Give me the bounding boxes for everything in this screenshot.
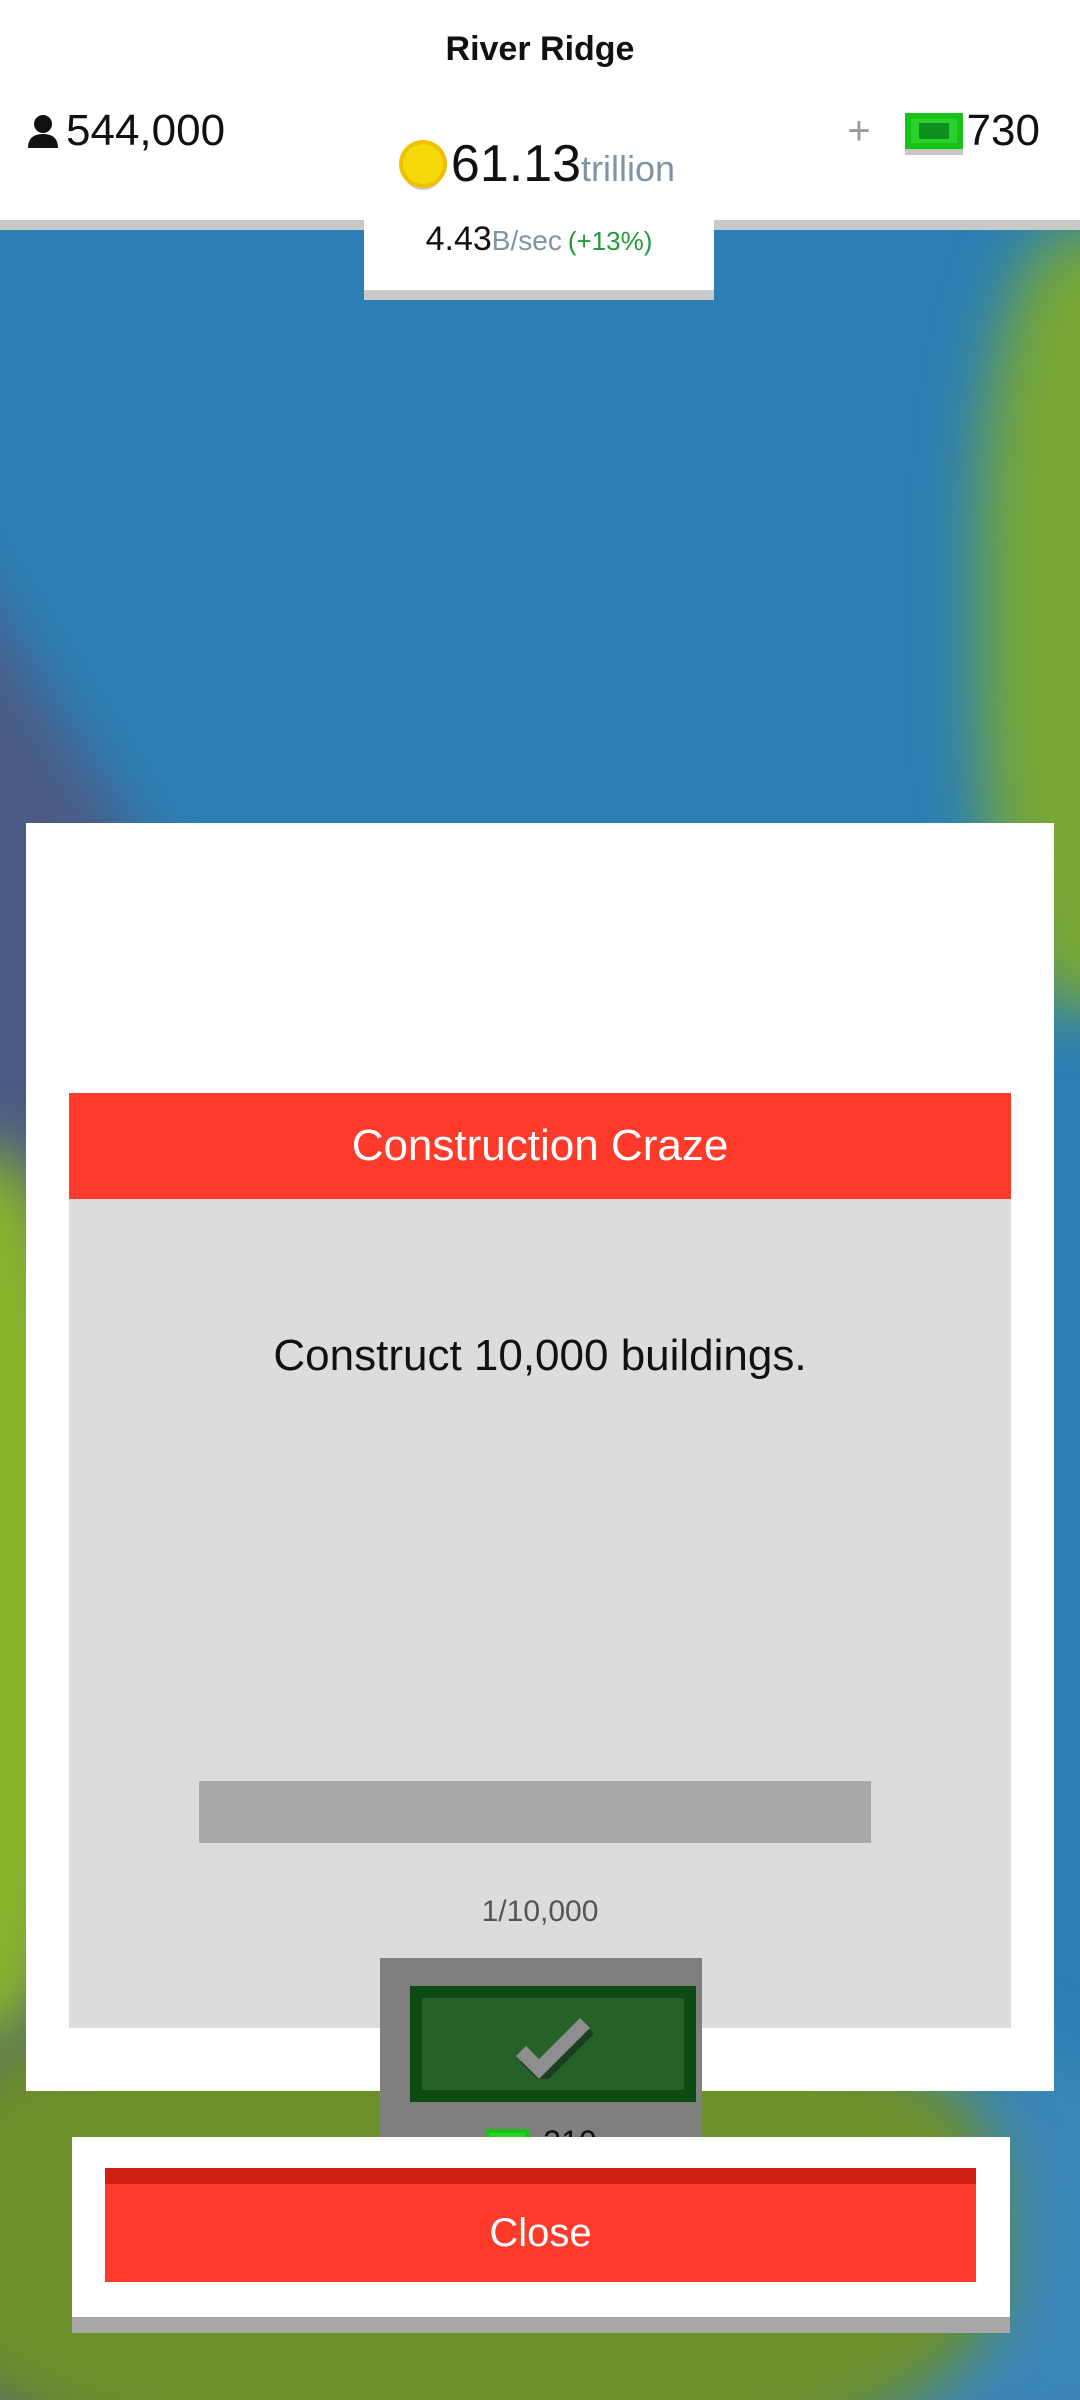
cash-value: 730: [966, 106, 1040, 155]
achievement-title: Construction Craze: [351, 1121, 729, 1170]
achievement-description: Construct 10,000 buildings.: [273, 1331, 807, 1380]
income-rate: 4.43B/sec (+13%): [364, 220, 714, 259]
achievement-card: Construction Craze Construct 10,000 buil…: [69, 1093, 1011, 2194]
rate-unit: B/sec: [491, 225, 562, 256]
cash-counter[interactable]: + 730: [847, 106, 1040, 156]
rate-value: 4.43: [425, 220, 492, 258]
progress-text: 1/10,000: [481, 1895, 599, 1928]
population-value: 544,000: [66, 106, 226, 155]
money-unit: trillion: [581, 148, 676, 189]
progress-bar: [199, 1781, 871, 1843]
add-cash-button[interactable]: +: [847, 109, 870, 154]
achievement-header: Construction Craze: [69, 1093, 1011, 1199]
city-name: River Ridge: [445, 30, 635, 68]
population-counter: 544,000: [26, 106, 225, 156]
close-button[interactable]: Close: [105, 2168, 976, 2282]
rate-change: (+13%): [567, 226, 653, 256]
close-bar: Close: [72, 2137, 1010, 2333]
achievement-dialog: Construction Craze Construct 10,000 buil…: [26, 823, 1054, 2194]
cash-icon: [904, 113, 963, 155]
money-value: 61.13: [450, 135, 582, 193]
money-panel: 61.13 trillion 4.43B/sec (+13%): [364, 130, 714, 300]
person-icon: [28, 115, 58, 148]
coin-icon: [402, 144, 443, 184]
checkmark-icon: [516, 2018, 593, 2079]
claim-reward-button[interactable]: [410, 1986, 696, 2102]
money-display: 61.13 trillion: [364, 134, 714, 194]
